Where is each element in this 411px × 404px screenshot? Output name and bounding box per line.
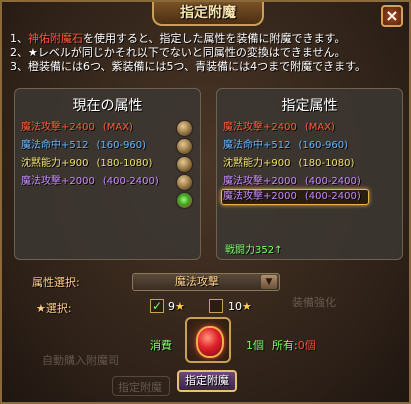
close-icon: × bbox=[385, 6, 399, 25]
close-button[interactable]: × bbox=[381, 5, 403, 27]
attr-name: 沈黙能力 bbox=[223, 158, 263, 169]
star-10-checkbox[interactable] bbox=[209, 299, 223, 313]
star-9-checkbox[interactable]: ✓ bbox=[150, 299, 164, 313]
attr-range: (MAX) bbox=[102, 122, 133, 133]
confirm-enchant-button[interactable]: 指定附魔 bbox=[177, 370, 237, 392]
attr-name: 沈黙能力 bbox=[21, 158, 61, 169]
chevron-down-icon[interactable]: ▼ bbox=[261, 275, 277, 289]
attr-name: 魔法攻撃 bbox=[223, 122, 263, 133]
attr-range: (400-2400) bbox=[304, 191, 361, 202]
current-attributes-title: 現在の属性 bbox=[72, 98, 143, 114]
attr-value: +2000 bbox=[61, 176, 95, 187]
star-icon: ★ bbox=[242, 300, 252, 313]
window-title: 指定附魔 bbox=[180, 5, 236, 21]
target-attribute-row-selected: 魔法攻撃+2000 (400-2400) bbox=[223, 188, 361, 206]
attr-value: +512 bbox=[61, 140, 89, 151]
slot-radio-2[interactable] bbox=[177, 139, 192, 154]
attribute-select-value: 魔法攻撃 bbox=[175, 275, 219, 288]
star-select-label: ★選択: bbox=[36, 302, 72, 315]
target-attribute-row: 沈黙能力+900 (180-1080) bbox=[223, 155, 354, 173]
attr-value: +2000 bbox=[263, 176, 297, 187]
target-attributes-panel: 指定属性 魔法攻撃+2400 (MAX) 魔法命中+512 (160-960) 沈黙… bbox=[216, 88, 403, 260]
instruction-1-prefix: 1、 bbox=[10, 32, 28, 45]
combat-power-increase: 戦闘力352↑ bbox=[225, 245, 283, 256]
attr-name: 魔法攻撃 bbox=[223, 191, 263, 202]
attr-range: (400-2400) bbox=[102, 176, 159, 187]
consume-label: 消費 bbox=[150, 339, 172, 352]
current-attributes-panel: 現在の属性 魔法攻撃+2400 (MAX) 魔法命中+512 (160-960) 沈… bbox=[14, 88, 201, 260]
slot-radio-5-selected[interactable] bbox=[177, 193, 192, 208]
current-attribute-row: 魔法攻撃+2000 (400-2400) bbox=[21, 173, 159, 191]
current-attribute-row: 沈黙能力+900 (180-1080) bbox=[21, 155, 152, 173]
target-attribute-row: 魔法命中+512 (160-960) bbox=[223, 137, 348, 155]
enchant-window: 自動購入附魔司 装備強化 指定附魔 指定附魔 × 1、神佑附魔石を使用すると、指… bbox=[0, 0, 411, 404]
attr-name: 魔法攻撃 bbox=[21, 122, 61, 133]
attr-range: (180-1080) bbox=[96, 158, 153, 169]
attr-value: +512 bbox=[263, 140, 291, 151]
slot-radio-4[interactable] bbox=[177, 175, 192, 190]
attr-value: +2000 bbox=[263, 191, 297, 202]
star-10-label: 10★ bbox=[228, 300, 252, 313]
attr-name: 魔法攻撃 bbox=[223, 176, 263, 187]
attribute-select-label: 属性選択: bbox=[32, 276, 80, 289]
owned-value: 0個 bbox=[297, 339, 316, 352]
star-9-label: 9★ bbox=[168, 300, 185, 313]
attr-range: (MAX) bbox=[304, 122, 335, 133]
star-9-number: 9 bbox=[168, 300, 175, 313]
attr-name: 魔法命中 bbox=[21, 140, 61, 151]
attr-value: +900 bbox=[263, 158, 291, 169]
background-enhance-hint: 装備強化 bbox=[292, 296, 336, 309]
enchant-stone-gem-icon bbox=[196, 326, 224, 358]
attr-range: (160-960) bbox=[298, 140, 349, 151]
star-icon: ★ bbox=[175, 300, 185, 313]
background-button-ghost-label: 指定附魔 bbox=[118, 381, 162, 394]
target-attribute-row: 魔法攻撃+2400 (MAX) bbox=[223, 119, 335, 137]
owned-count: 所有:0個 bbox=[272, 337, 316, 353]
enchant-stone-slot[interactable] bbox=[185, 317, 231, 363]
attr-range: (180-1080) bbox=[298, 158, 355, 169]
slot-radio-3[interactable] bbox=[177, 157, 192, 172]
instruction-line-1: 1、神佑附魔石を使用すると、指定した属性を装備に附魔できます。 bbox=[10, 32, 406, 46]
owned-label: 所有: bbox=[272, 339, 298, 352]
attribute-select-dropdown[interactable]: 魔法攻撃 ▼ bbox=[132, 273, 280, 291]
slot-radio-1[interactable] bbox=[177, 121, 192, 136]
background-auto-buy-hint: 自動購入附魔司 bbox=[42, 354, 119, 367]
attr-value: +900 bbox=[61, 158, 89, 169]
instruction-line-2: 2、★レベルが同じかそれ以下でないと同属性の変換はできません。 bbox=[10, 46, 346, 59]
attr-name: 魔法攻撃 bbox=[21, 176, 61, 187]
consume-count: 1個 bbox=[246, 339, 264, 352]
target-attributes-title: 指定属性 bbox=[281, 98, 338, 114]
window-title-tab: 指定附魔 bbox=[152, 2, 264, 26]
attr-name: 魔法命中 bbox=[223, 140, 263, 151]
star-10-number: 10 bbox=[228, 300, 242, 313]
instruction-line-3: 3、橙装備には6つ、紫装備には5つ、青装備には4つまで附魔できます。 bbox=[10, 60, 367, 73]
attr-range: (160-960) bbox=[96, 140, 147, 151]
current-attribute-row: 魔法命中+512 (160-960) bbox=[21, 137, 146, 155]
instruction-1-highlight: 神佑附魔石 bbox=[28, 32, 83, 45]
instructions: 1、神佑附魔石を使用すると、指定した属性を装備に附魔できます。 2、★レベルが同… bbox=[10, 32, 406, 74]
current-attribute-row: 魔法攻撃+2400 (MAX) bbox=[21, 119, 133, 137]
attr-range: (400-2400) bbox=[304, 176, 361, 187]
attr-value: +2400 bbox=[263, 122, 297, 133]
attr-value: +2400 bbox=[61, 122, 95, 133]
instruction-1-rest: を使用すると、指定した属性を装備に附魔できます。 bbox=[83, 32, 346, 45]
